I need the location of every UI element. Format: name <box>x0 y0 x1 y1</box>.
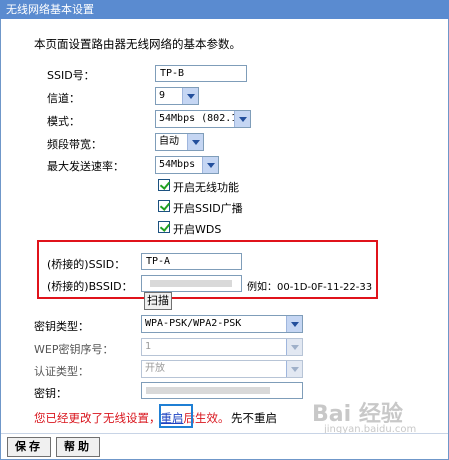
bridged-ssid-label: (桥接的)SSID： <box>47 258 126 271</box>
bandwidth-value: 自动 <box>159 136 179 147</box>
chevron-down-icon <box>182 88 198 104</box>
ssid-input[interactable]: TP-B <box>155 65 247 82</box>
max-rate-label: 最大发送速率： <box>47 160 124 173</box>
channel-select[interactable]: 9 <box>155 87 199 105</box>
key-label: 密钥： <box>34 387 67 400</box>
bridged-ssid-input[interactable]: TP-A <box>141 253 242 270</box>
key-type-label: 密钥类型： <box>34 320 89 333</box>
reboot-notice: 您已经更改了无线设置，重启后生效。 <box>34 410 230 426</box>
blurred-bssid-value <box>150 280 232 287</box>
bssid-example-text: 例如：00-1D-0F-11-22-33 <box>247 282 373 293</box>
bridged-bssid-label: (桥接的)BSSID： <box>47 280 133 293</box>
bandwidth-select[interactable]: 自动 <box>155 133 204 151</box>
bridged-bssid-input[interactable] <box>141 275 242 292</box>
channel-label: 信道： <box>47 92 80 105</box>
bottom-divider <box>1 433 448 434</box>
channel-value: 9 <box>159 90 166 101</box>
intro-text: 本页面设置路由器无线网络的基本参数。 <box>34 37 241 51</box>
annotation-text: 先不重启 <box>231 411 277 425</box>
max-rate-select[interactable]: 54Mbps <box>155 156 219 174</box>
key-input[interactable] <box>141 382 303 399</box>
notice-prefix: 您已经更改了无线设置， <box>34 411 161 425</box>
mode-label: 模式： <box>47 115 80 128</box>
scan-button[interactable]: 扫描 <box>144 292 172 310</box>
chevron-down-icon <box>202 157 218 173</box>
wep-index-label: WEP密钥序号： <box>34 343 114 356</box>
help-button[interactable]: 帮助 <box>56 437 100 457</box>
enable-ssid-broadcast-checkbox[interactable] <box>158 200 170 212</box>
blurred-key-value <box>146 387 270 394</box>
max-rate-value: 54Mbps <box>159 159 196 170</box>
chevron-down-icon <box>286 339 302 355</box>
chevron-down-icon <box>286 361 302 377</box>
wep-index-select[interactable]: 1 <box>141 338 303 356</box>
enable-wds-label: 开启WDS <box>173 223 222 236</box>
enable-ssid-broadcast-label: 开启SSID广播 <box>173 202 243 215</box>
chevron-down-icon <box>234 111 250 127</box>
wep-index-value: 1 <box>145 341 152 352</box>
key-type-value: WPA-PSK/WPA2-PSK <box>145 318 242 329</box>
enable-wireless-checkbox[interactable] <box>158 179 170 191</box>
auth-type-label: 认证类型： <box>34 365 89 378</box>
chevron-down-icon <box>286 316 302 332</box>
save-button[interactable]: 保存 <box>7 437 51 457</box>
key-type-select[interactable]: WPA-PSK/WPA2-PSK <box>141 315 303 333</box>
window-title: 无线网络基本设置 <box>0 0 449 19</box>
auth-type-value: 开放 <box>145 363 165 374</box>
mode-select[interactable]: 54Mbps (802.11g) <box>155 110 251 128</box>
enable-wireless-label: 开启无线功能 <box>173 181 239 194</box>
enable-wds-checkbox[interactable] <box>158 221 170 233</box>
auth-type-select[interactable]: 开放 <box>141 360 303 378</box>
bandwidth-label: 频段带宽： <box>47 138 102 151</box>
chevron-down-icon <box>187 134 203 150</box>
reboot-highlight-box <box>159 404 193 428</box>
ssid-label: SSID号： <box>47 69 95 82</box>
